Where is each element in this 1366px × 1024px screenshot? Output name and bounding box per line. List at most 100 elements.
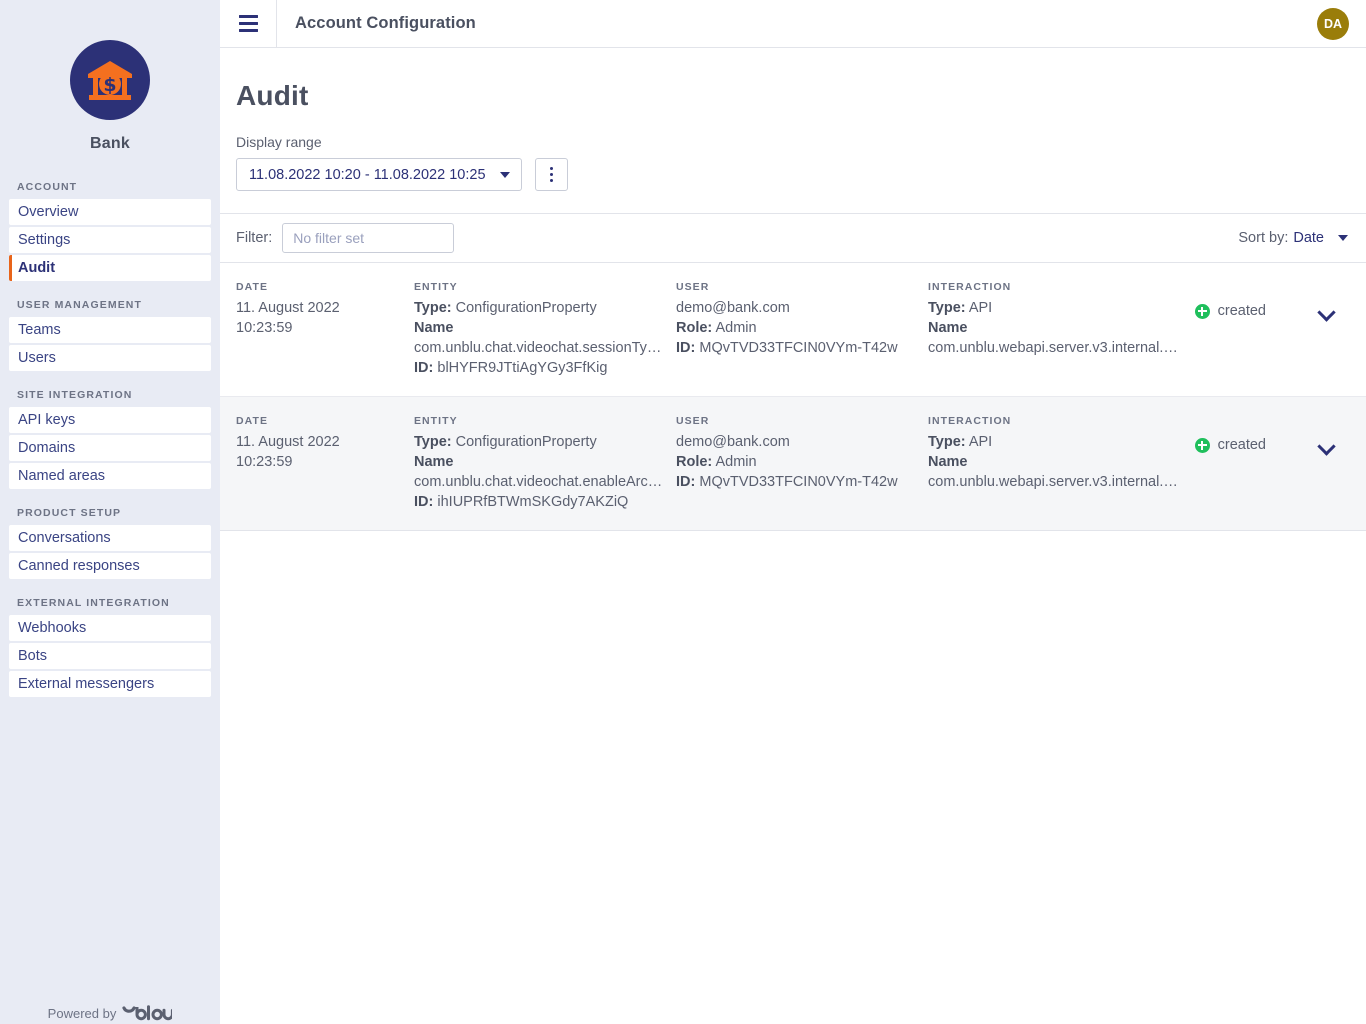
entity-type-line: Type: ConfigurationProperty — [414, 298, 664, 318]
column-header-interaction: INTERACTION — [928, 281, 1012, 293]
app-root: $ Bank ACCOUNT Overview Settings Audit U… — [0, 0, 1366, 1024]
table-row[interactable]: DATE 11. August 2022 10:23:59 ENTITY Typ… — [220, 396, 1366, 530]
user-role-value: Admin — [715, 320, 757, 336]
page-content: Audit Display range 11.08.2022 10:20 - 1… — [220, 48, 1366, 531]
sidebar-item-external-messengers[interactable]: External messengers — [9, 671, 211, 697]
cell-entity: ENTITY Type: ConfigurationProperty Name … — [414, 415, 676, 512]
powered-by-label: Powered by — [47, 1006, 117, 1021]
display-range-label: Display range — [236, 134, 322, 150]
label-name-text: Name — [928, 320, 968, 336]
interaction-name-value: com.unblu.webapi.server.v3.internal.… — [928, 474, 1178, 490]
entity-type-value: ConfigurationProperty — [455, 434, 597, 450]
audit-table: DATE 11. August 2022 10:23:59 ENTITY Typ… — [220, 263, 1366, 531]
nav-group-external-integration: EXTERNAL INTEGRATION Webhooks Bots Exter… — [0, 597, 220, 697]
nav-group-user-management: USER MANAGEMENT Teams Users — [0, 299, 220, 371]
interaction-type-line: Type: API — [928, 432, 1178, 452]
display-range-select[interactable]: 11.08.2022 10:20 - 11.08.2022 10:25 — [236, 158, 522, 191]
entity-type-line: Type: ConfigurationProperty — [414, 432, 664, 452]
cell-entity: ENTITY Type: ConfigurationProperty Name … — [414, 281, 676, 378]
column-header-interaction: INTERACTION — [928, 415, 1012, 427]
label-role: Role: — [676, 320, 713, 336]
sidebar-item-teams[interactable]: Teams — [9, 317, 211, 343]
column-header-user: USER — [676, 281, 710, 293]
label-type: Type: — [414, 434, 452, 450]
sidebar-item-webhooks[interactable]: Webhooks — [9, 615, 211, 641]
label-type: Type: — [414, 300, 452, 316]
display-range-value: 11.08.2022 10:20 - 11.08.2022 10:25 — [249, 166, 486, 183]
status-badge: created — [1194, 303, 1266, 319]
table-row[interactable]: DATE 11. August 2022 10:23:59 ENTITY Typ… — [220, 263, 1366, 396]
user-role-line: Role: Admin — [676, 452, 916, 472]
kebab-menu-icon[interactable] — [534, 158, 568, 191]
avatar[interactable]: DA — [1317, 8, 1349, 40]
label-name: Name — [928, 318, 1178, 338]
cell-date: DATE 11. August 2022 10:23:59 — [236, 281, 414, 338]
nav-group-account: ACCOUNT Overview Settings Audit — [0, 181, 220, 281]
column-header-date: DATE — [236, 415, 269, 427]
brand-name: Bank — [90, 135, 130, 152]
interaction-type-line: Type: API — [928, 298, 1178, 318]
sidebar-item-named-areas[interactable]: Named areas — [9, 463, 211, 489]
hamburger-icon[interactable] — [220, 0, 276, 47]
user-id-line: ID: MQvTVD33TFCIN0VYm-T42w — [676, 472, 916, 492]
sidebar-item-settings[interactable]: Settings — [9, 227, 211, 253]
filter-bar: Filter: Sort by: Date — [220, 213, 1366, 263]
label-id: ID: — [414, 494, 434, 510]
label-name: Name — [414, 318, 664, 338]
nav-group-label-product-setup: PRODUCT SETUP — [17, 507, 122, 519]
status-label: created — [1217, 437, 1266, 453]
sidebar-item-canned-responses[interactable]: Canned responses — [9, 553, 211, 579]
plus-circle-icon — [1194, 437, 1210, 453]
label-name: Name — [414, 452, 664, 472]
label-name-text: Name — [414, 320, 454, 336]
entity-id-value: ihIUPRfBTWmSKGdy7AKZiQ — [437, 494, 629, 510]
entity-name-value: com.unblu.chat.videochat.enableArc… — [414, 474, 663, 490]
label-name-text: Name — [414, 454, 454, 470]
interaction-type-value: API — [968, 434, 993, 450]
entity-type-value: ConfigurationProperty — [455, 300, 597, 316]
user-role-value: Admin — [715, 454, 757, 470]
cell-user: USER demo@bank.com Role: Admin ID: MQvTV… — [676, 281, 928, 358]
sidebar-item-conversations[interactable]: Conversations — [9, 525, 211, 551]
entity-id-value: blHYFR9JTtiAgYGy3FfKig — [437, 360, 608, 376]
sort-by-value: Date — [1293, 230, 1324, 246]
topbar-title: Account Configuration — [295, 14, 476, 32]
sidebar-item-bots[interactable]: Bots — [9, 643, 211, 669]
sidebar-item-users[interactable]: Users — [9, 345, 211, 371]
chevron-down-icon[interactable] — [1318, 440, 1336, 451]
nav-group-label-account: ACCOUNT — [17, 181, 78, 193]
chevron-down-icon[interactable] — [1318, 306, 1336, 317]
sidebar-item-overview[interactable]: Overview — [9, 199, 211, 225]
row-time: 10:23:59 — [236, 320, 293, 336]
cell-status: created — [1190, 281, 1348, 319]
label-role: Role: — [676, 454, 713, 470]
nav-group-label-external-integration: EXTERNAL INTEGRATION — [17, 597, 170, 609]
sidebar-item-audit[interactable]: Audit — [9, 255, 211, 281]
main-area: Account Configuration DA Audit Display r… — [220, 0, 1366, 1024]
column-header-date: DATE — [236, 281, 269, 293]
sort-by-control[interactable]: Sort by: Date — [1238, 230, 1348, 246]
sidebar-item-domains[interactable]: Domains — [9, 435, 211, 461]
label-name: Name — [928, 452, 1178, 472]
column-header-entity: ENTITY — [414, 415, 458, 427]
label-name-text: Name — [928, 454, 968, 470]
label-id: ID: — [676, 340, 696, 356]
powered-by-footer: Powered by — [0, 1005, 220, 1024]
nav-group-label-site-integration: SITE INTEGRATION — [17, 389, 133, 401]
cell-status: created — [1190, 415, 1348, 453]
sidebar-nav: ACCOUNT Overview Settings Audit USER MAN… — [0, 181, 220, 697]
sidebar-item-api-keys[interactable]: API keys — [9, 407, 211, 433]
label-id: ID: — [414, 360, 434, 376]
status-label: created — [1217, 303, 1266, 319]
filter-input[interactable] — [282, 223, 455, 253]
user-id-value: MQvTVD33TFCIN0VYm-T42w — [699, 474, 898, 490]
cell-date: DATE 11. August 2022 10:23:59 — [236, 415, 414, 472]
row-date: 11. August 2022 — [236, 300, 340, 316]
column-header-user: USER — [676, 415, 710, 427]
column-header-entity: ENTITY — [414, 281, 458, 293]
unblu-logo-icon — [122, 1005, 173, 1022]
chevron-down-icon — [1338, 235, 1348, 241]
nav-group-site-integration: SITE INTEGRATION API keys Domains Named … — [0, 389, 220, 489]
entity-name-value: com.unblu.chat.videochat.sessionTy… — [414, 340, 662, 356]
status-badge: created — [1194, 437, 1266, 453]
